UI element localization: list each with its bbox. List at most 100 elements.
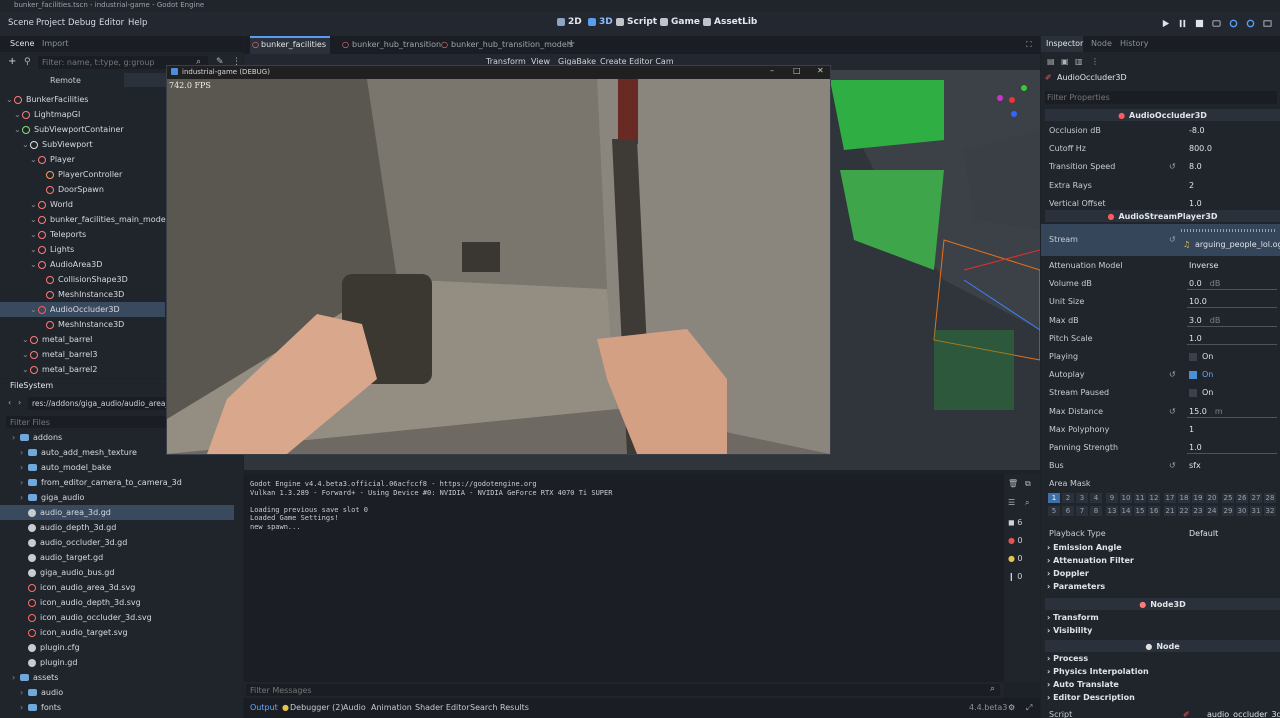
file-item[interactable]: audio_depth_3d.gd	[0, 520, 234, 535]
scene-tree-item[interactable]: MeshInstance3D	[0, 317, 165, 332]
mode-3d-button[interactable]: 3D	[588, 17, 613, 27]
inspector-property-row[interactable]: Playing On	[1041, 348, 1280, 366]
area-mask-bit[interactable]: 7	[1076, 506, 1088, 517]
checkbox-icon[interactable]	[1189, 388, 1197, 397]
property-value[interactable]: 1.0	[1189, 334, 1202, 343]
area-mask-bit[interactable]: 11	[1134, 493, 1146, 504]
inspector-section-header[interactable]: ● AudioOccluder3D	[1045, 109, 1280, 121]
new-resource-icon[interactable]: ▤	[1047, 57, 1055, 66]
scene-tree-item[interactable]: CollisionShape3D	[0, 272, 165, 287]
area-mask-bit[interactable]: 17	[1164, 493, 1176, 504]
chevron-right-icon[interactable]: ›	[20, 688, 28, 697]
inspector-property-row[interactable]: Unit Size 10.0	[1041, 293, 1280, 311]
tab-output[interactable]: Output	[250, 703, 278, 712]
collapse-icon[interactable]: ☰	[1008, 498, 1015, 507]
area-mask-bit[interactable]: 6	[1062, 506, 1074, 517]
file-item[interactable]: › auto_model_bake	[0, 460, 234, 475]
tab-bunker-hub-transition-models[interactable]: bunker_hub_transition_models	[451, 40, 573, 49]
scene-tree-item[interactable]: DoorSpawn	[0, 182, 165, 197]
chevron-down-icon[interactable]: ⌄	[14, 125, 22, 134]
minimize-icon[interactable]: –	[770, 66, 774, 75]
distraction-free-icon[interactable]: ⛶	[1026, 40, 1032, 50]
inspector-group[interactable]: › Visibility	[1047, 626, 1092, 635]
file-item[interactable]: audio_area_3d.gd	[0, 505, 234, 520]
area-mask-bit[interactable]: 18	[1178, 493, 1190, 504]
chevron-down-icon[interactable]: ⌄	[6, 95, 14, 104]
stream-value[interactable]: arguing_people_lol.ogg	[1195, 240, 1280, 249]
message-count-toggle[interactable]: ◼ 6	[1008, 518, 1038, 532]
revert-icon[interactable]: ↺	[1169, 407, 1176, 416]
tab-history[interactable]: History	[1120, 39, 1148, 48]
area-mask-bit[interactable]: 20	[1206, 493, 1218, 504]
mode-assetlib-button[interactable]: AssetLib	[703, 17, 757, 27]
scene-tree-item[interactable]: ⌄ SubViewportContainer	[0, 122, 165, 137]
area-mask-bit[interactable]: 12	[1148, 493, 1160, 504]
mode-script-button[interactable]: Script	[616, 17, 657, 27]
inspector-menu-icon[interactable]: ⋮	[1091, 57, 1099, 66]
script-value[interactable]: audio_occluder_3d.gd	[1207, 710, 1280, 718]
menu-help[interactable]: Help	[128, 18, 147, 28]
chevron-right-icon[interactable]: ›	[12, 433, 20, 442]
scene-tree-item[interactable]: MeshInstance3D	[0, 287, 165, 302]
back-icon[interactable]: ‹	[8, 398, 11, 407]
property-value[interactable]: 0.0 dB	[1189, 279, 1220, 288]
property-value[interactable]: Inverse	[1189, 261, 1218, 270]
area-mask-bit[interactable]: 21	[1164, 506, 1176, 517]
inspector-group[interactable]: › Doppler	[1047, 569, 1089, 578]
revert-icon[interactable]: ↺	[1169, 370, 1176, 379]
file-item[interactable]: audio_target.gd	[0, 550, 234, 565]
area-mask-bit[interactable]: 29	[1222, 506, 1234, 517]
tab-scene[interactable]: Scene	[10, 39, 34, 48]
area-mask-bit[interactable]: 4	[1090, 493, 1102, 504]
copy-icon[interactable]: ⧉	[1025, 479, 1031, 489]
tab-search-results[interactable]: Search Results	[470, 703, 529, 712]
property-value[interactable]: On	[1189, 370, 1213, 379]
editor-message-count-toggle[interactable]: ❙ 0	[1008, 572, 1038, 586]
menu-debug[interactable]: Debug	[68, 18, 96, 28]
inspector-group[interactable]: › Attenuation Filter	[1047, 556, 1134, 565]
property-value[interactable]: On	[1189, 352, 1213, 361]
filesystem-path-input[interactable]	[28, 397, 168, 410]
area-mask-bit[interactable]: 23	[1192, 506, 1204, 517]
mode-2d-button[interactable]: 2D	[557, 17, 582, 27]
script-property-row[interactable]: Script ✐ audio_occluder_3d.gd	[1041, 706, 1280, 718]
inspector-section-header[interactable]: ● Node	[1045, 640, 1280, 653]
slider-track[interactable]	[1187, 307, 1277, 309]
scene-tree-item[interactable]: ⌄ Lights	[0, 242, 165, 257]
area-mask-bit[interactable]: 8	[1090, 506, 1102, 517]
inspector-group[interactable]: › Editor Description	[1047, 693, 1135, 702]
chevron-down-icon[interactable]: ⌄	[30, 245, 38, 254]
add-tab-icon[interactable]: +	[567, 38, 575, 49]
scene-tree-item[interactable]: ⌄ metal_barrel3	[0, 347, 165, 362]
property-value[interactable]: 800.0	[1189, 144, 1212, 153]
property-value[interactable]: 1	[1189, 425, 1194, 434]
area-mask-bit[interactable]: 16	[1148, 506, 1160, 517]
area-mask-bit[interactable]: 26	[1236, 493, 1248, 504]
inspector-group[interactable]: › Auto Translate	[1047, 680, 1119, 689]
area-mask-bit[interactable]: 24	[1206, 506, 1218, 517]
file-item[interactable]: audio_occluder_3d.gd	[0, 535, 234, 550]
maximize-icon[interactable]: □	[793, 66, 801, 75]
chevron-down-icon[interactable]: ⌄	[30, 230, 38, 239]
inspector-property-row[interactable]: Occlusion dB -8.0	[1041, 122, 1280, 140]
property-value[interactable]: sfx	[1189, 461, 1201, 470]
forward-icon[interactable]: ›	[18, 398, 21, 407]
property-value[interactable]: 15.0 m	[1189, 407, 1223, 416]
chevron-right-icon[interactable]: ›	[20, 478, 28, 487]
inspector-group[interactable]: › Physics Interpolation	[1047, 667, 1149, 676]
scene-tree-item[interactable]: ⌄ SubViewport	[0, 137, 165, 152]
scene-tree-item[interactable]: ⌄ BunkerFacilities	[0, 92, 165, 107]
slider-track[interactable]	[1187, 289, 1277, 291]
file-item[interactable]: plugin.cfg	[0, 640, 234, 655]
file-item[interactable]: › assets	[0, 670, 234, 685]
property-value[interactable]: Default	[1189, 529, 1218, 538]
tab-shader-editor[interactable]: Shader Editor	[415, 703, 470, 712]
scene-tree-item[interactable]: ⌄ AudioArea3D	[0, 257, 165, 272]
chevron-right-icon[interactable]: ›	[20, 463, 28, 472]
revert-icon[interactable]: ↺	[1169, 162, 1176, 171]
checkbox-icon[interactable]	[1189, 352, 1197, 361]
file-item[interactable]: › audio	[0, 685, 234, 700]
inspector-group[interactable]: › Process	[1047, 654, 1088, 663]
error-count-toggle[interactable]: ● 0	[1008, 536, 1038, 550]
checkbox-checked-icon[interactable]	[1189, 370, 1197, 379]
